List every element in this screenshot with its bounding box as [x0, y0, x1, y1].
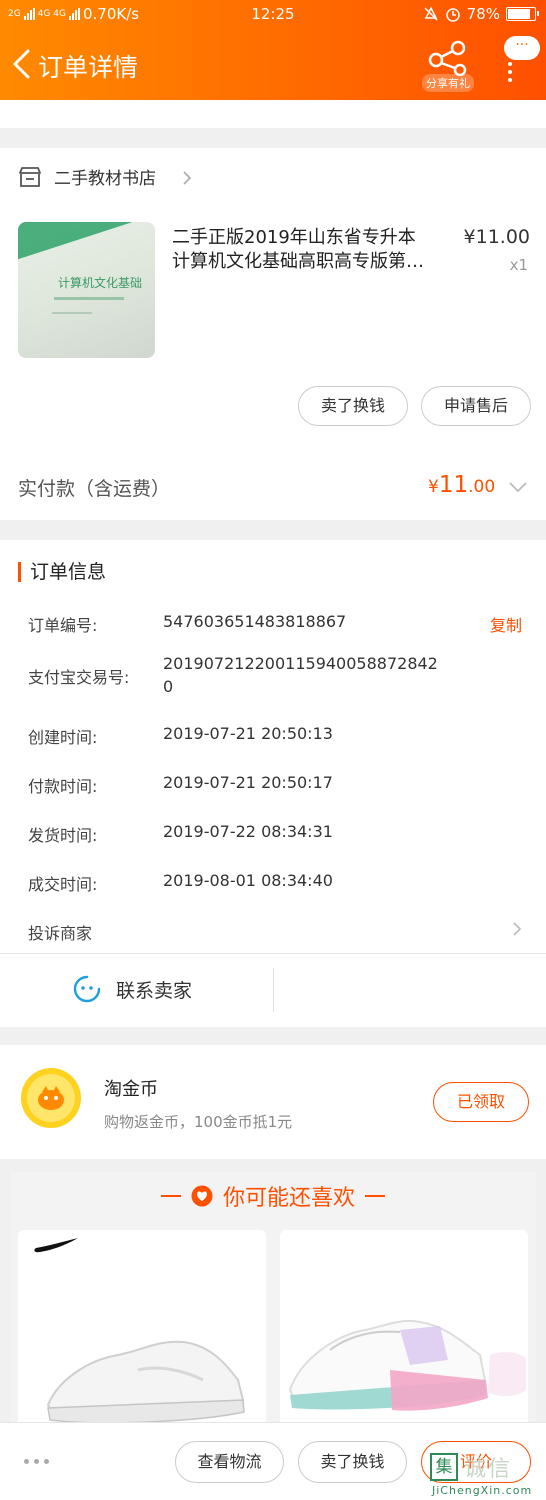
order-number-value: 547603651483818867 — [163, 612, 347, 631]
divider-vertical — [273, 968, 274, 1012]
thumbnail-line — [54, 297, 124, 300]
nav-bar: 订单详情 分享有礼 ··· — [0, 36, 546, 92]
alarm-icon — [445, 8, 460, 22]
paid-decimal: .00 — [468, 477, 496, 497]
battery-icon — [506, 7, 539, 21]
top-spacer — [0, 100, 546, 128]
mute-icon — [424, 6, 438, 21]
decor-line — [160, 1195, 181, 1197]
shipped-time-value: 2019-07-22 08:34:31 — [163, 822, 333, 841]
alipay-trade-value-cont: 0 — [163, 677, 174, 696]
created-time-value: 2019-07-21 20:50:13 — [163, 724, 333, 743]
created-time-label: 创建时间: — [28, 728, 98, 747]
complain-merchant-link[interactable]: 投诉商家 — [28, 920, 92, 944]
sneaker-image — [34, 1238, 245, 1424]
back-icon[interactable] — [10, 48, 32, 80]
section-title: 订单信息 — [18, 562, 106, 582]
thumbnail-stripe — [18, 222, 132, 260]
store-icon — [19, 166, 41, 187]
paid-label: 实付款（含运费） — [18, 478, 171, 500]
battery-percent: 78% — [466, 5, 500, 23]
item-title-line: 计算机文化基础高职高专版第… — [172, 251, 424, 272]
claimed-button[interactable]: 已领取 — [433, 1082, 529, 1122]
header-bar: 2G 4G 4G 0.70K/s 12:25 78% 订单详情 分享有礼 ··· — [0, 0, 546, 100]
recommend-title: 你可能还喜欢 — [222, 1186, 355, 1211]
taojinbi-card: 淘金币 购物返金币，100金币抵1元 已领取 — [0, 1045, 546, 1159]
item-title-line: 二手正版2019年山东省专升本 — [172, 227, 416, 248]
more-dots-icon — [508, 62, 512, 82]
shop-name: 二手教材书店 — [54, 169, 156, 189]
shop-link[interactable]: 二手教材书店 — [18, 164, 156, 189]
item-title[interactable]: 二手正版2019年山东省专升本 计算机文化基础高职高专版第… — [172, 226, 452, 274]
order-item-card: 二手教材书店 计算机文化基础 二手正版2019年山东省专升本 计算机文化基础高职… — [0, 148, 546, 520]
watermark: 集 诚信 JiChengXin.com — [430, 1452, 542, 1498]
chevron-down-icon[interactable] — [508, 480, 528, 494]
paid-amount: ¥11.00 — [428, 472, 495, 498]
closed-time-label: 成交时间: — [28, 875, 98, 894]
watermark-logo: 集 诚信 — [430, 1452, 542, 1482]
order-number-label: 订单编号: — [28, 616, 98, 635]
divider — [0, 953, 546, 954]
alipay-trade-label: 支付宝交易号: — [28, 668, 130, 687]
paid-time-label: 付款时间: — [28, 777, 98, 796]
page-title: 订单详情 — [38, 53, 139, 82]
chevron-right-icon — [513, 922, 522, 936]
paid-time-value: 2019-07-21 20:50:17 — [163, 773, 333, 792]
shipped-time-label: 发货时间: — [28, 826, 98, 845]
sneaker-image — [288, 1320, 526, 1411]
item-price: ¥11.00 — [463, 226, 530, 248]
thumbnail-line — [52, 312, 92, 314]
chevron-right-icon — [183, 171, 192, 185]
chat-face-icon — [73, 975, 101, 1003]
share-button[interactable]: 分享有礼 — [420, 40, 476, 92]
recommendations: 你可能还喜欢 — [10, 1172, 536, 1432]
product-card[interactable] — [280, 1230, 528, 1430]
resell-button[interactable]: 卖了换钱 — [298, 386, 408, 426]
battery-fill — [508, 9, 530, 19]
coin-title: 淘金币 — [104, 1079, 158, 1100]
gold-coin-icon — [21, 1068, 81, 1128]
copy-button[interactable]: 复制 — [490, 612, 522, 636]
watermark-url: JiChengXin.com — [432, 1484, 533, 1497]
more-button[interactable]: ··· — [500, 36, 542, 88]
item-quantity: x1 — [509, 256, 528, 274]
contact-seller-button[interactable]: 联系卖家 — [72, 974, 192, 1004]
paid-integer: 11 — [438, 472, 469, 498]
contact-seller-label: 联系卖家 — [116, 979, 193, 1002]
view-logistics-button[interactable]: 查看物流 — [175, 1441, 284, 1483]
message-bubble-icon: ··· — [504, 36, 540, 60]
coin-subtitle: 购物返金币，100金币抵1元 — [104, 1113, 293, 1131]
share-icon — [428, 40, 467, 77]
resell-bottom-button[interactable]: 卖了换钱 — [298, 1441, 407, 1483]
after-sale-button[interactable]: 申请售后 — [421, 386, 531, 426]
thumbnail-text: 计算机文化基础 — [58, 276, 143, 290]
status-right: 78% — [423, 5, 539, 23]
closed-time-value: 2019-08-01 08:34:40 — [163, 871, 333, 890]
item-thumbnail[interactable]: 计算机文化基础 — [18, 222, 155, 358]
recommend-header: 你可能还喜欢 — [10, 1180, 536, 1212]
watermark-text: 诚信 — [464, 1457, 513, 1482]
heart-icon — [191, 1185, 213, 1207]
watermark-box: 集 — [430, 1453, 458, 1481]
order-info-card: 订单信息 订单编号: 547603651483818867 复制 支付宝交易号:… — [0, 540, 546, 1027]
more-actions-icon[interactable] — [24, 1459, 49, 1464]
swoosh-logo — [34, 1238, 78, 1253]
decor-line — [365, 1195, 385, 1197]
status-bar: 2G 4G 4G 0.70K/s 12:25 78% — [0, 0, 546, 30]
share-label: 分享有礼 — [422, 74, 474, 92]
paid-currency: ¥ — [428, 477, 439, 497]
alipay-trade-value: 20190721220011594005887284​2 — [163, 654, 438, 673]
product-card[interactable] — [18, 1230, 266, 1430]
